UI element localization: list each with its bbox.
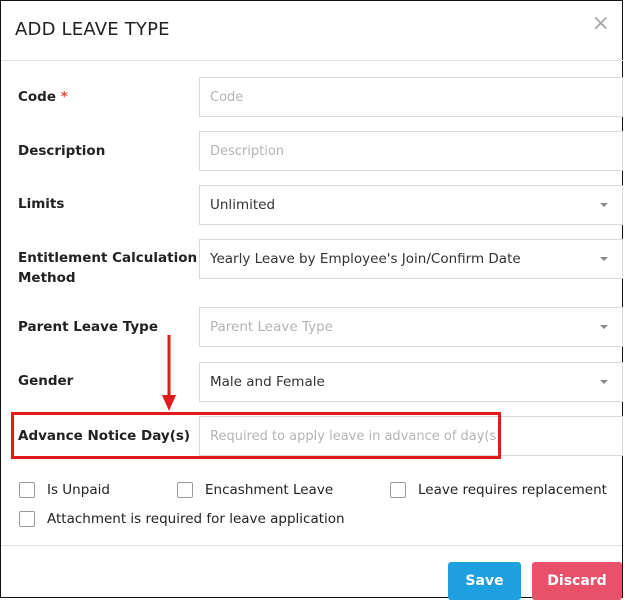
attachment-checkbox[interactable]: Attachment is required for leave applica… bbox=[19, 511, 345, 527]
discard-button[interactable]: Discard bbox=[532, 562, 622, 600]
code-label: Code * bbox=[18, 87, 68, 107]
replacement-label: Leave requires replacement bbox=[418, 482, 607, 498]
save-button[interactable]: Save bbox=[448, 562, 521, 600]
modal-title: ADD LEAVE TYPE bbox=[15, 19, 170, 40]
description-label: Description bbox=[18, 143, 106, 159]
required-marker: * bbox=[60, 89, 68, 105]
limits-label: Limits bbox=[18, 196, 65, 212]
highlight-box bbox=[11, 412, 501, 459]
entitlement-label-line1: Entitlement Calculation bbox=[18, 250, 198, 266]
add-leave-type-modal: ADD LEAVE TYPE × Code * Description Limi… bbox=[0, 0, 624, 600]
checkbox-box[interactable] bbox=[390, 482, 406, 498]
entitlement-selected-value: Yearly Leave by Employee's Join/Confirm … bbox=[210, 251, 521, 267]
attachment-label: Attachment is required for leave applica… bbox=[47, 511, 345, 527]
entitlement-label: Entitlement Calculation Method bbox=[18, 248, 197, 288]
limits-selected-value: Unlimited bbox=[210, 197, 276, 213]
entitlement-select[interactable]: Yearly Leave by Employee's Join/Confirm … bbox=[199, 239, 623, 279]
is-unpaid-label: Is Unpaid bbox=[47, 482, 110, 498]
entitlement-label-line2: Method bbox=[18, 270, 76, 286]
gender-selected-value: Male and Female bbox=[210, 374, 325, 390]
parent-leave-type-label: Parent Leave Type bbox=[18, 319, 158, 335]
description-input[interactable] bbox=[200, 132, 622, 170]
close-icon[interactable]: × bbox=[592, 13, 610, 35]
gender-label: Gender bbox=[18, 373, 74, 389]
parent-leave-type-select[interactable]: Parent Leave Type bbox=[199, 307, 623, 347]
chevron-down-icon bbox=[600, 203, 608, 207]
code-label-text: Code bbox=[18, 89, 57, 105]
modal-header: ADD LEAVE TYPE × bbox=[1, 1, 624, 61]
encashment-checkbox[interactable]: Encashment Leave bbox=[177, 482, 333, 498]
chevron-down-icon bbox=[600, 257, 608, 261]
description-field[interactable] bbox=[199, 131, 623, 171]
checkbox-box[interactable] bbox=[19, 511, 35, 527]
limits-select[interactable]: Unlimited bbox=[199, 185, 623, 225]
chevron-down-icon bbox=[600, 325, 608, 329]
arrow-down-icon bbox=[162, 335, 176, 411]
chevron-down-icon bbox=[600, 380, 608, 384]
gender-select[interactable]: Male and Female bbox=[199, 362, 623, 402]
checkbox-box[interactable] bbox=[19, 482, 35, 498]
is-unpaid-checkbox[interactable]: Is Unpaid bbox=[19, 482, 110, 498]
modal-footer: Save Discard bbox=[1, 545, 622, 600]
code-input[interactable] bbox=[200, 78, 622, 116]
checkbox-box[interactable] bbox=[177, 482, 193, 498]
encashment-label: Encashment Leave bbox=[205, 482, 334, 498]
parent-leave-type-placeholder: Parent Leave Type bbox=[210, 319, 333, 335]
code-field[interactable] bbox=[199, 77, 623, 117]
replacement-checkbox[interactable]: Leave requires replacement bbox=[390, 482, 607, 498]
